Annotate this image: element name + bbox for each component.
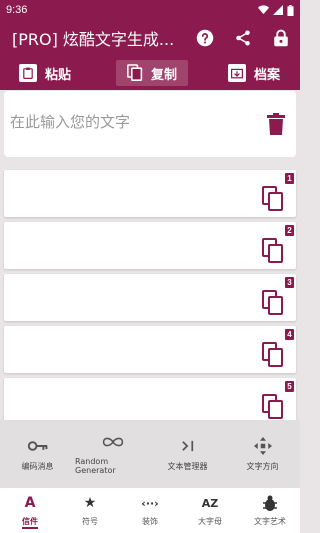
results-list: 1 2 3 4 5 6 [0, 166, 300, 420]
nav-big-letters-label: 大字母 [198, 517, 222, 526]
clear-button[interactable] [256, 104, 296, 144]
copy-icon [262, 186, 283, 211]
nav-symbols-label: 符号 [82, 517, 98, 526]
nav-decorations-label: 装饰 [142, 517, 158, 526]
nav-big-letters[interactable]: AZ 大字母 [180, 488, 240, 533]
copy-icon [262, 394, 283, 419]
text-direction-label: 文字方向 [246, 461, 279, 471]
text-input-card: 在此输入您的文字 [4, 91, 296, 157]
sort-az-icon: AZ [201, 496, 219, 510]
result-row[interactable]: 5 [4, 378, 296, 420]
result-row[interactable]: 1 [4, 170, 296, 217]
paste-button[interactable]: 粘贴 [0, 60, 90, 86]
status-icons [258, 4, 294, 16]
archive-icon [227, 64, 246, 82]
copy-icon [262, 290, 283, 315]
result-number: 3 [285, 277, 294, 288]
text-manager-label: 文本管理器 [167, 461, 208, 471]
encode-message-label: 编码消息 [21, 461, 54, 471]
wifi-icon [258, 5, 269, 15]
result-number: 4 [285, 329, 294, 340]
move-arrows-icon [253, 436, 272, 455]
app-bar: [PRO] 炫酷文字生成... [0, 20, 300, 56]
feature-actions: 编码消息 Random Generator 文本管理器 文字方向 [0, 420, 300, 488]
clipboard-icon [18, 64, 37, 82]
signal-icon [273, 5, 283, 15]
code-brackets-icon: ‹··› [141, 496, 159, 510]
result-row[interactable]: 2 [4, 222, 296, 269]
letter-a-icon: A [24, 495, 36, 511]
archive-button[interactable]: 档案 [212, 60, 296, 86]
share-button[interactable] [224, 20, 262, 56]
trash-icon [267, 113, 285, 135]
copy-icon [262, 342, 283, 367]
result-row[interactable]: 3 [4, 274, 296, 321]
status-bar: 9:36 [0, 0, 300, 20]
nav-letters[interactable]: A 信件 [0, 488, 60, 533]
nav-text-art[interactable]: 文字艺术 [240, 488, 300, 533]
lock-button[interactable] [262, 20, 300, 56]
text-manager-button[interactable]: 文本管理器 [150, 420, 225, 488]
lock-icon [274, 29, 288, 47]
status-time: 9:36 [6, 4, 28, 16]
result-row[interactable]: 4 [4, 326, 296, 373]
help-icon [196, 29, 214, 47]
text-input[interactable]: 在此输入您的文字 [10, 111, 256, 132]
bug-icon [263, 494, 277, 512]
random-generator-label: Random Generator [75, 457, 116, 475]
copy-icon [126, 64, 143, 81]
copy-result-button[interactable] [260, 236, 286, 266]
nav-letters-label: 信件 [22, 517, 38, 526]
infinity-icon [102, 433, 124, 451]
copy-result-button[interactable] [260, 288, 286, 318]
bottom-navigation: A 信件 ★ 符号 ‹··› 装饰 AZ 大字母 文字艺术 [0, 488, 300, 533]
nav-text-art-label: 文字艺术 [254, 517, 286, 526]
text-direction-button[interactable]: 文字方向 [225, 420, 300, 488]
star-icon: ★ [83, 495, 97, 511]
copy-result-button[interactable] [260, 340, 286, 370]
copy-label: 复制 [150, 67, 177, 83]
archive-label: 档案 [253, 67, 280, 83]
copy-result-button[interactable] [260, 392, 286, 420]
nav-symbols[interactable]: ★ 符号 [60, 488, 120, 533]
app-title: [PRO] 炫酷文字生成... [12, 30, 175, 49]
result-number: 5 [285, 381, 294, 392]
copy-button[interactable]: 复制 [116, 60, 188, 86]
battery-icon [287, 4, 294, 16]
action-toolbar: 粘贴 复制 档案 [0, 56, 300, 90]
copy-icon [262, 238, 283, 263]
key-icon [27, 437, 48, 455]
result-number: 2 [285, 225, 294, 236]
share-icon [236, 30, 250, 46]
result-number: 1 [285, 173, 294, 184]
copy-result-button[interactable] [260, 184, 286, 214]
encode-message-button[interactable]: 编码消息 [0, 420, 75, 488]
random-generator-button[interactable]: Random Generator [75, 420, 150, 488]
paste-label: 粘贴 [44, 67, 71, 83]
text-cursor-icon [181, 437, 195, 455]
nav-decorations[interactable]: ‹··› 装饰 [120, 488, 180, 533]
help-button[interactable] [186, 20, 224, 56]
